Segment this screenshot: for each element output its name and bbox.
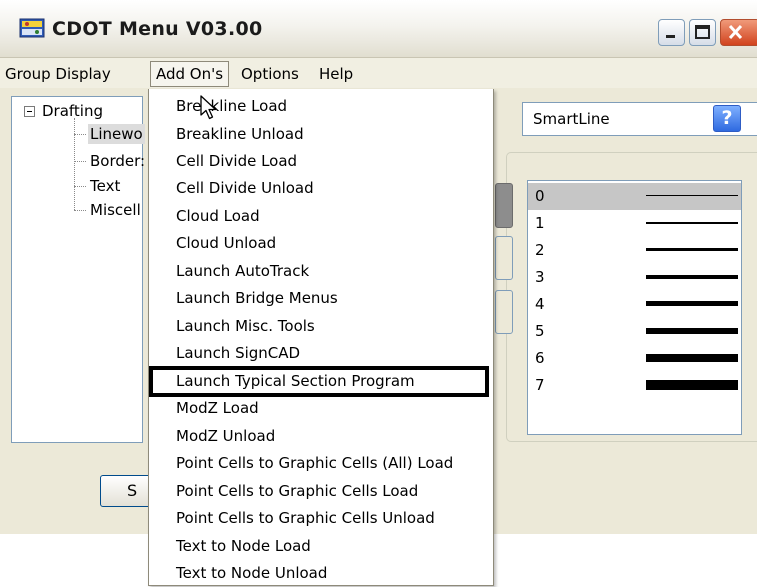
- tree-connector: [74, 210, 86, 211]
- line-sample: [646, 195, 738, 196]
- tree-connector: [74, 161, 86, 162]
- line-sample: [646, 380, 738, 390]
- menu-item-launch-bridge-menus[interactable]: Launch Bridge Menus: [149, 285, 493, 312]
- weight-row[interactable]: 7: [528, 372, 741, 399]
- menu-item-point-cells-all-load[interactable]: Point Cells to Graphic Cells (All) Load: [149, 450, 493, 477]
- tree-node-miscellaneous[interactable]: Miscell: [90, 200, 141, 220]
- menu-item-modz-unload[interactable]: ModZ Unload: [149, 423, 493, 450]
- collapse-icon[interactable]: [24, 106, 35, 117]
- weight-label: 1: [535, 214, 545, 232]
- tree-node-text[interactable]: Text: [90, 176, 120, 196]
- menu-item-text-to-node-load[interactable]: Text to Node Load: [149, 533, 493, 560]
- line-sample: [646, 328, 738, 334]
- weight-label: 4: [535, 295, 545, 313]
- group-tree: Drafting Linewo Border: Text Miscell: [12, 97, 145, 442]
- menu-item-cloud-load[interactable]: Cloud Load: [149, 203, 493, 230]
- tree-connector: [74, 134, 86, 135]
- close-button[interactable]: [720, 19, 757, 46]
- menu-item-launch-autotrack[interactable]: Launch AutoTrack: [149, 258, 493, 285]
- maximize-icon: [695, 25, 710, 39]
- menu-item-modz-load[interactable]: ModZ Load: [149, 395, 493, 422]
- weight-label: 5: [535, 322, 545, 340]
- menu-options[interactable]: Options: [236, 63, 304, 85]
- group-tree-pane: Drafting Linewo Border: Text Miscell: [11, 96, 145, 443]
- weight-row[interactable]: 6: [528, 345, 741, 372]
- tree-connector: [74, 118, 75, 210]
- menu-item-launch-misc-tools[interactable]: Launch Misc. Tools: [149, 313, 493, 340]
- menu-item-launch-signcad[interactable]: Launch SignCAD: [149, 340, 493, 367]
- menu-group-display[interactable]: Group Display: [0, 63, 116, 85]
- tree-node-linework[interactable]: Linewo: [88, 124, 145, 144]
- side-button[interactable]: [495, 290, 513, 334]
- cdot-app-icon: [19, 18, 45, 38]
- minimize-icon: [666, 35, 675, 38]
- tree-connector: [74, 186, 86, 187]
- menu-item-breakline-unload[interactable]: Breakline Unload: [149, 121, 493, 148]
- line-weight-list: 0 1 2 3 4 5 6 7: [527, 180, 742, 435]
- line-sample: [646, 275, 738, 279]
- maximize-button[interactable]: [689, 19, 716, 46]
- title-bar[interactable]: CDOT Menu V03.00: [0, 0, 757, 58]
- menu-item-point-cells-unload[interactable]: Point Cells to Graphic Cells Unload: [149, 505, 493, 532]
- close-icon: [728, 24, 743, 40]
- weight-label: 3: [535, 268, 545, 286]
- window-title: CDOT Menu V03.00: [52, 18, 263, 40]
- line-sample: [646, 222, 738, 224]
- weight-label: 2: [535, 241, 545, 259]
- weight-label: 0: [535, 187, 545, 205]
- side-button[interactable]: [495, 236, 513, 280]
- line-sample: [646, 248, 738, 251]
- weight-row[interactable]: 1: [528, 210, 741, 237]
- weight-label: 7: [535, 376, 545, 394]
- weight-row[interactable]: 0: [528, 183, 741, 210]
- mouse-pointer-icon: [200, 95, 217, 120]
- weight-row[interactable]: 5: [528, 318, 741, 345]
- line-sample: [646, 301, 738, 306]
- menu-add-ons[interactable]: Add On's: [150, 61, 230, 87]
- tree-node-drafting[interactable]: Drafting: [42, 101, 103, 121]
- weight-row[interactable]: 3: [528, 264, 741, 291]
- help-icon[interactable]: ?: [713, 105, 741, 132]
- line-sample: [646, 354, 738, 362]
- menu-item-cell-divide-load[interactable]: Cell Divide Load: [149, 148, 493, 175]
- weight-row[interactable]: 4: [528, 291, 741, 318]
- menu-item-cloud-unload[interactable]: Cloud Unload: [149, 230, 493, 257]
- highlight-callout-box: [149, 366, 489, 397]
- menu-bar: Group Display Add On's Options Help: [0, 58, 757, 88]
- tree-node-border[interactable]: Border:: [90, 151, 145, 171]
- menu-item-cell-divide-unload[interactable]: Cell Divide Unload: [149, 175, 493, 202]
- menu-help[interactable]: Help: [314, 63, 358, 85]
- menu-item-text-to-node-unload[interactable]: Text to Node Unload: [149, 560, 493, 587]
- add-ons-dropdown-menu: Breakline Load Breakline Unload Cell Div…: [148, 89, 494, 586]
- menu-item-point-cells-load[interactable]: Point Cells to Graphic Cells Load: [149, 478, 493, 505]
- weight-row[interactable]: 2: [528, 237, 741, 264]
- side-button[interactable]: [495, 183, 513, 228]
- weight-label: 6: [535, 349, 545, 367]
- minimize-button[interactable]: [658, 19, 685, 46]
